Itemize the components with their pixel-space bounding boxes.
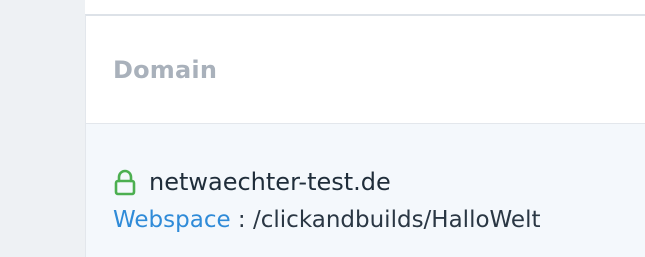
webspace-separator: : [230, 207, 253, 233]
domain-line: netwaechter-test.de [113, 165, 645, 199]
webspace-link[interactable]: Webspace [113, 207, 231, 233]
table-header-row: Domain [86, 16, 645, 124]
domains-table: Domain netwaechter-test.de Webspace : /c… [85, 14, 645, 257]
webspace-line: Webspace : /clickandbuilds/HalloWelt [113, 207, 645, 233]
column-header-domain[interactable]: Domain [113, 56, 217, 84]
page: Domain netwaechter-test.de Webspace : /c… [0, 0, 645, 257]
lock-icon [113, 169, 137, 197]
table-row: netwaechter-test.de Webspace : /clickand… [86, 124, 645, 257]
left-gutter [0, 0, 85, 257]
domain-name-link[interactable]: netwaechter-test.de [149, 168, 391, 196]
webspace-path: /clickandbuilds/HalloWelt [253, 207, 541, 233]
